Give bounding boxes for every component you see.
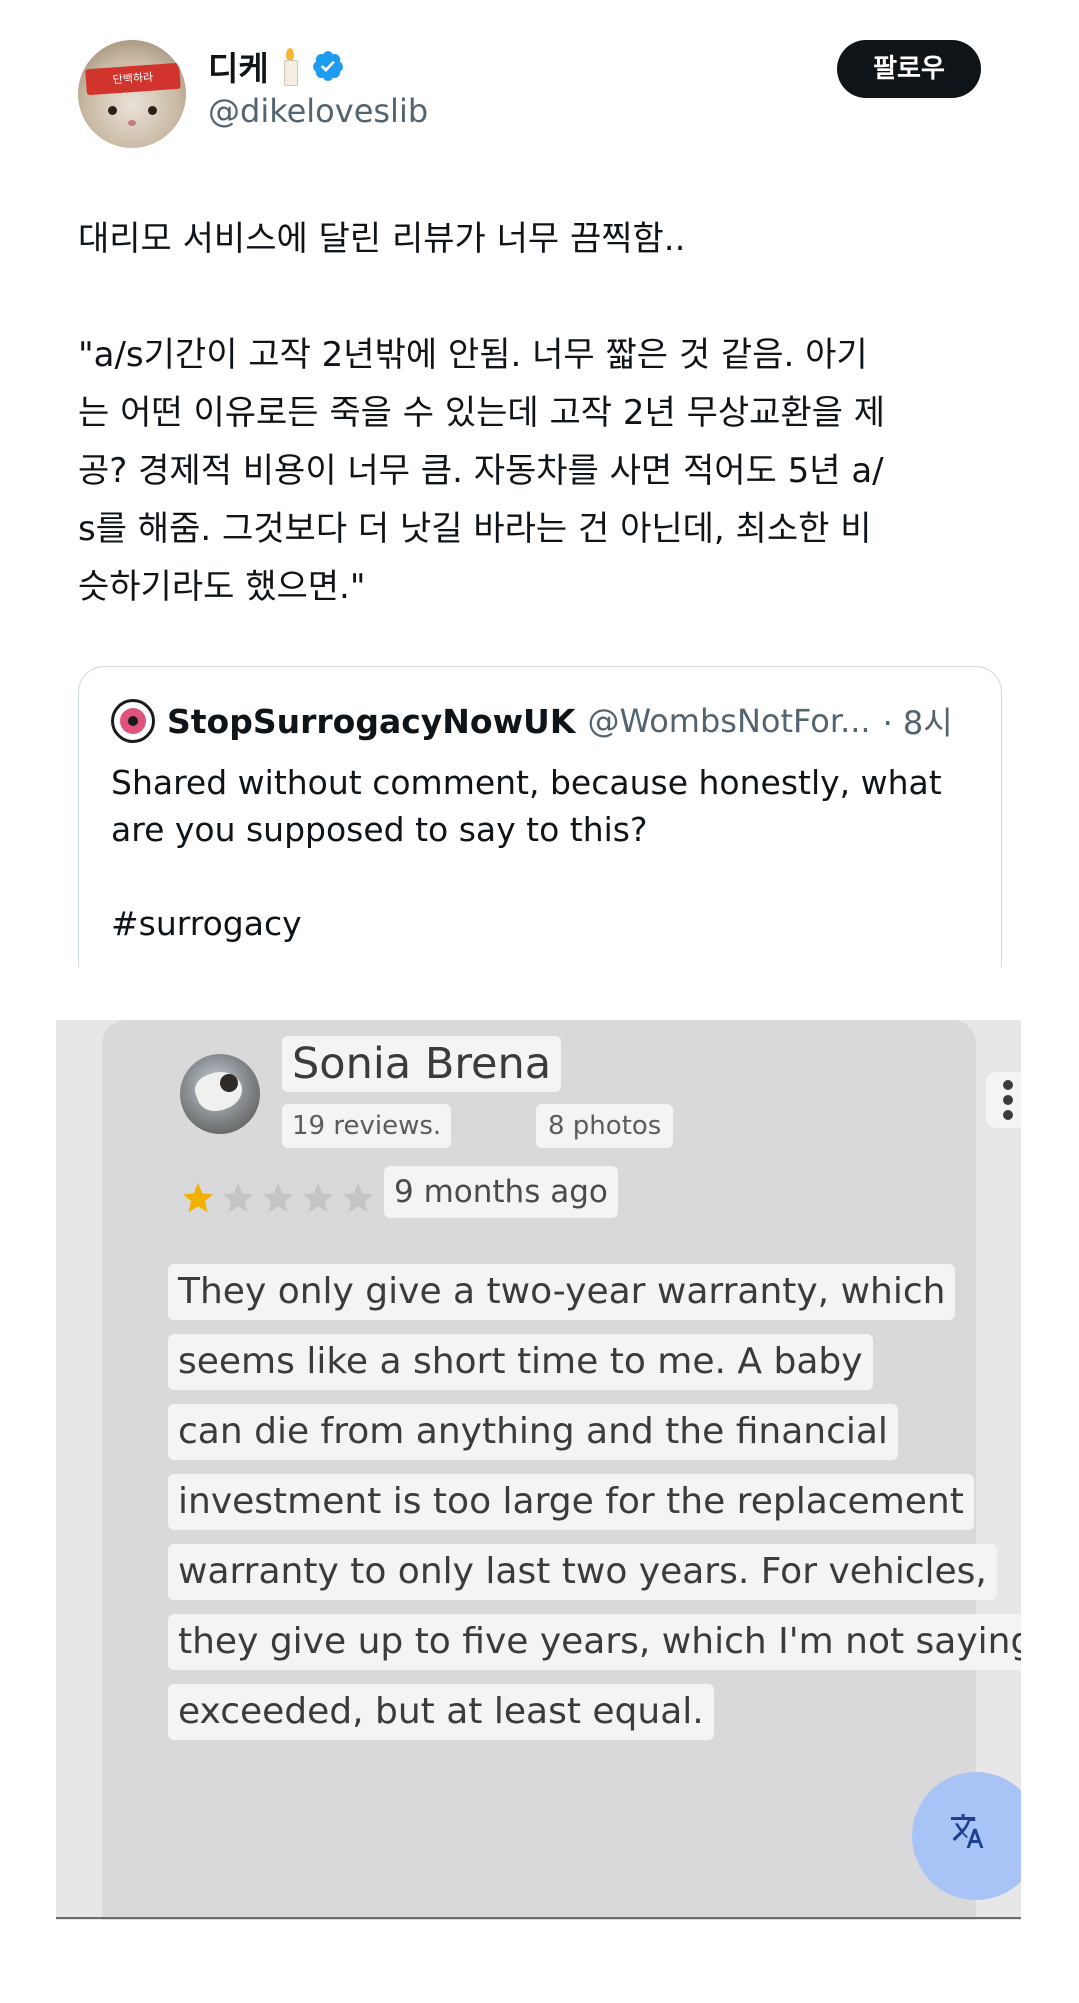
more-options-icon — [986, 1072, 1021, 1128]
author-name-row: 디케 — [208, 44, 345, 88]
star-empty-icon — [263, 1183, 293, 1213]
translate-button — [912, 1772, 1021, 1900]
star-empty-icon — [223, 1183, 253, 1213]
image-bottom-border — [56, 1917, 1021, 1919]
quoted-author-name[interactable]: StopSurrogacyNowUK — [167, 702, 575, 741]
reviewer-avatar — [180, 1054, 260, 1134]
review-line: exceeded, but at least equal. — [168, 1684, 714, 1740]
review-line: they give up to five years, which I'm no… — [168, 1614, 1021, 1670]
avatar-eye — [148, 106, 157, 115]
review-line: can die from anything and the financial — [168, 1404, 898, 1460]
tweet-text: 대리모 서비스에 달린 리뷰가 너무 끔찍함.. "a/s기간이 고작 2년밖에… — [78, 219, 886, 607]
reviewer-name: Sonia Brena — [282, 1036, 562, 1092]
avatar-nose — [128, 120, 136, 126]
star-filled-icon — [183, 1183, 213, 1213]
review-line: seems like a short time to me. A baby — [168, 1334, 873, 1390]
follow-button[interactable]: 팔로우 — [837, 40, 981, 98]
translate-icon — [951, 1814, 984, 1848]
reviews-count: 19 reviews. — [282, 1104, 452, 1148]
quoted-author-avatar[interactable] — [111, 699, 155, 743]
avatar-eye — [108, 106, 117, 115]
review-card: Sonia Brena 19 reviews. 8 photos 9 month… — [102, 1020, 1021, 1920]
review-line: They only give a two-year warranty, whic… — [168, 1264, 956, 1320]
quoted-tweet-card[interactable]: StopSurrogacyNowUK @WombsNotFor... · 8시 … — [78, 666, 1002, 967]
avatar-band-text: 단백하라 — [85, 62, 181, 96]
quoted-tweet-time: · 8시 — [882, 704, 953, 742]
review-text: They only give a two-year warranty, whic… — [168, 1264, 1021, 1754]
quoted-author-handle: @WombsNotFor... — [587, 702, 871, 740]
star-rating — [180, 1180, 376, 1216]
review-date: 9 months ago — [384, 1166, 618, 1218]
author-avatar[interactable]: 단백하라 — [78, 40, 186, 148]
photos-count: 8 photos — [536, 1104, 674, 1148]
review-line: warranty to only last two years. For veh… — [168, 1544, 997, 1600]
verified-badge-icon[interactable] — [311, 49, 345, 83]
quoted-tweet-text: Shared without comment, because honestly… — [111, 763, 942, 943]
author-display-name[interactable]: 디케 — [208, 42, 269, 90]
star-empty-icon — [343, 1183, 373, 1213]
star-empty-icon — [303, 1183, 333, 1213]
review-screenshot-image[interactable]: Sonia Brena 19 reviews. 8 photos 9 month… — [56, 1020, 1021, 1920]
review-line: investment is too large for the replacem… — [168, 1474, 974, 1530]
quoted-tweet-header: StopSurrogacyNowUK @WombsNotFor... · 8시 — [111, 699, 953, 743]
author-handle[interactable]: @dikeloveslib — [208, 92, 428, 130]
candle-icon — [277, 46, 303, 86]
